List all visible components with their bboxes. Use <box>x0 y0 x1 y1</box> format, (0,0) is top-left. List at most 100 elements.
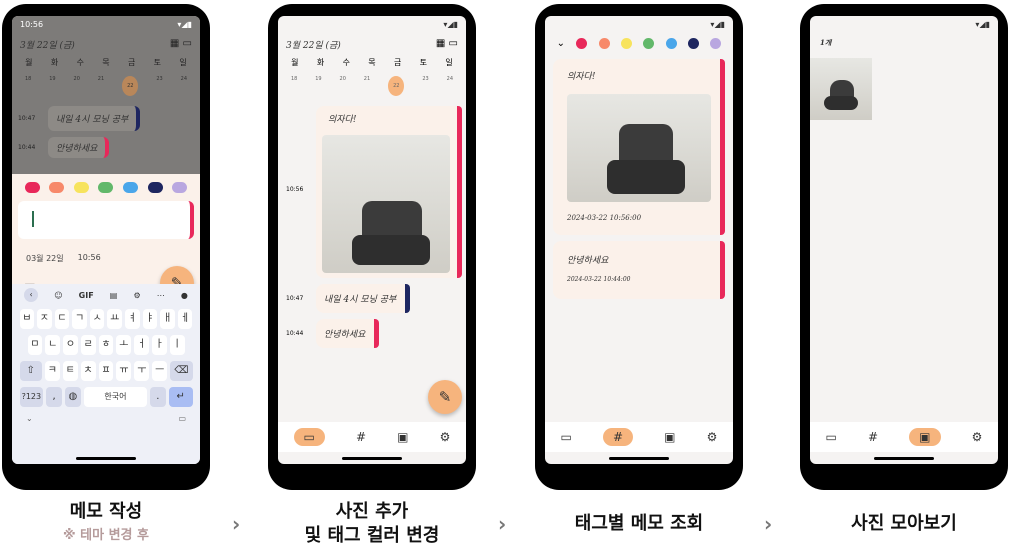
sticker-icon[interactable]: ☺ <box>54 291 62 300</box>
editor-time[interactable]: 10:56 <box>78 253 101 264</box>
tag-color-picker <box>12 174 200 201</box>
color-dot-red[interactable] <box>24 182 40 193</box>
memo-card[interactable]: 의자다! 2024-03-22 10:56:00 <box>553 59 725 235</box>
color-dot-blue[interactable] <box>665 38 677 49</box>
clipboard-icon[interactable]: ▤ <box>110 291 118 300</box>
nav-settings-icon[interactable]: ⚙ <box>707 430 718 444</box>
key[interactable]: ㅡ <box>152 361 168 381</box>
color-dot-yellow[interactable] <box>73 182 89 193</box>
calendar-icons[interactable]: ▦ ▭ <box>436 38 458 51</box>
key[interactable]: ㅜ <box>134 361 150 381</box>
memo-text: 의자다! <box>567 72 596 82</box>
enter-key[interactable]: ↵ <box>168 387 193 407</box>
keyboard-back-icon[interactable]: ‹ <box>24 288 39 302</box>
nav-tag-icon[interactable]: # <box>356 430 366 444</box>
mode-switch-key[interactable]: ?123 <box>19 387 44 407</box>
nav-memo-icon[interactable]: ▭ <box>561 430 572 444</box>
caption-photo-gallery: 사진 모아보기 <box>800 512 1008 536</box>
key[interactable]: ㅎ <box>98 335 114 355</box>
comma-key[interactable]: , <box>46 387 62 407</box>
key[interactable]: ㅣ <box>169 335 185 355</box>
nav-tag-icon[interactable]: # <box>868 430 878 444</box>
step-arrow: › <box>232 512 241 536</box>
key[interactable]: ㅅ <box>89 309 105 329</box>
gallery-thumbnail[interactable] <box>810 58 872 120</box>
color-dot-orange[interactable] <box>598 38 610 49</box>
globe-key[interactable]: ◍ <box>65 387 81 407</box>
photo-gallery-screen: ▾◢▮ 1개 ▭ # ▣ ⚙ <box>810 16 998 464</box>
editor-date[interactable]: 03월 22일 <box>26 253 64 264</box>
nav-memo-icon[interactable]: ▭ <box>293 428 325 446</box>
photo-memo-card[interactable]: 의자다! <box>316 106 462 278</box>
nav-gallery-icon[interactable]: ▣ <box>909 428 941 446</box>
color-dot-green[interactable] <box>643 38 655 49</box>
memo-time: 10:47 <box>286 295 304 302</box>
key[interactable]: ㅈ <box>37 309 52 329</box>
key[interactable]: ㅁ <box>27 335 43 355</box>
space-key[interactable]: 한국어 <box>83 387 147 407</box>
hide-keyboard-icon[interactable]: ⌄ <box>26 414 33 423</box>
add-memo-button[interactable]: ✎ <box>428 380 462 414</box>
key[interactable]: ㅕ <box>125 309 140 329</box>
home-indicator <box>874 457 934 460</box>
photo-count: 1개 <box>820 38 832 47</box>
chair-photo <box>322 135 450 273</box>
weekday-row: 월화수목금토일 <box>25 58 187 67</box>
shift-key[interactable]: ⇧ <box>19 361 42 381</box>
calendar-icons[interactable]: ▦ ▭ <box>170 38 192 51</box>
key[interactable]: ㅛ <box>107 309 123 329</box>
nav-memo-icon[interactable]: ▭ <box>826 430 837 444</box>
keyboard-switch-icon[interactable]: ▭ <box>178 414 186 423</box>
color-dot-yellow[interactable] <box>620 38 632 49</box>
key[interactable]: ㅑ <box>142 309 158 329</box>
key[interactable]: ㅠ <box>116 361 132 381</box>
key[interactable]: ㅔ <box>177 309 193 329</box>
key[interactable]: ㅓ <box>134 335 149 355</box>
color-dot-navy[interactable] <box>147 182 163 193</box>
nav-settings-icon[interactable]: ⚙ <box>440 430 451 444</box>
caption-title: 메모 작성 <box>69 501 143 522</box>
memo-input[interactable] <box>18 201 194 239</box>
color-dot-red[interactable] <box>576 38 588 49</box>
color-dot-purple[interactable] <box>172 182 188 193</box>
key[interactable]: ㅇ <box>63 335 78 355</box>
status-bar: ▾◢▮ <box>975 20 990 29</box>
gif-button[interactable]: GIF <box>79 291 94 300</box>
key[interactable]: ㄱ <box>72 309 87 329</box>
color-dot-orange[interactable] <box>49 182 65 193</box>
key[interactable]: ㅋ <box>44 361 60 381</box>
day-row[interactable]: 18 19 20 21 22 23 24 <box>278 70 466 102</box>
nav-gallery-icon[interactable]: ▣ <box>664 430 675 444</box>
period-key[interactable]: . <box>150 387 166 407</box>
chevron-down-icon[interactable]: ⌄ <box>557 38 565 49</box>
key[interactable]: ㅊ <box>80 361 96 381</box>
key[interactable]: ㅂ <box>19 309 35 329</box>
nav-gallery-icon[interactable]: ▣ <box>397 430 408 444</box>
caption-line-1: 사진 추가 <box>335 501 409 522</box>
backspace-key[interactable]: ⌫ <box>170 361 193 381</box>
day-row[interactable]: 18 19 20 21 22 23 24 <box>12 70 200 102</box>
dimmed-background: 10:56 ▾◢▮ 3월 22일 (금) ▦ ▭ 월화수목금토일 18 19 20 2… <box>12 16 200 174</box>
key[interactable]: ㅌ <box>62 361 78 381</box>
more-icon[interactable]: ⋯ <box>157 291 165 300</box>
settings-icon[interactable]: ⚙ <box>133 291 140 300</box>
nav-tag-icon[interactable]: # <box>603 428 634 446</box>
key[interactable]: ㄴ <box>45 335 61 355</box>
memo-card[interactable]: 안녕하세요 2024-03-22 10:44:00 <box>553 241 725 299</box>
nav-settings-icon[interactable]: ⚙ <box>972 430 983 444</box>
key[interactable]: ㅍ <box>98 361 114 381</box>
color-dot-purple[interactable] <box>710 38 722 49</box>
status-bar: ▾◢▮ <box>443 20 458 29</box>
key[interactable]: ㄹ <box>80 335 96 355</box>
key[interactable]: ㅏ <box>151 335 167 355</box>
color-dot-navy[interactable] <box>687 38 699 49</box>
key-row-3: ⇧ ㅋㅌㅊㅍㅠㅜㅡ ⌫ <box>12 358 200 384</box>
key[interactable]: ㄷ <box>54 309 70 329</box>
mic-icon[interactable]: ● <box>181 291 188 300</box>
color-dot-blue[interactable] <box>123 182 139 193</box>
memo-card[interactable]: 안녕하세요 <box>316 319 380 348</box>
key[interactable]: ㅗ <box>116 335 132 355</box>
color-dot-green[interactable] <box>98 182 114 193</box>
memo-card[interactable]: 내일 4시 모닝 공부 <box>316 284 411 313</box>
key[interactable]: ㅐ <box>160 309 175 329</box>
